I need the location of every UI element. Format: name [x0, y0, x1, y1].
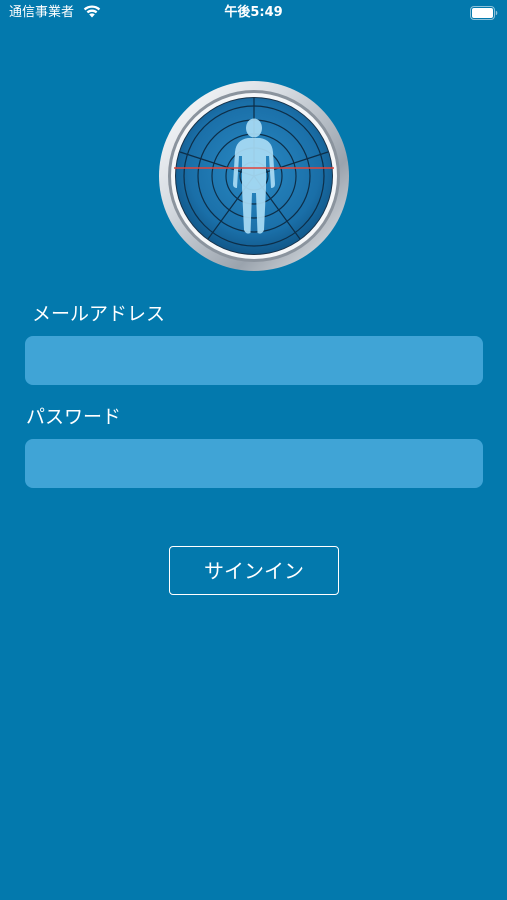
password-field[interactable]	[25, 439, 483, 488]
body-radar-icon	[159, 81, 349, 271]
password-label: パスワード	[26, 406, 122, 428]
email-label: メールアドレス	[32, 303, 166, 325]
email-field[interactable]	[25, 336, 483, 385]
clock: 午後5:49	[224, 5, 283, 20]
battery-icon	[470, 6, 498, 20]
signin-button[interactable]: サインイン	[169, 546, 339, 595]
status-bar: 通信事業者 午後5:49	[0, 0, 507, 28]
